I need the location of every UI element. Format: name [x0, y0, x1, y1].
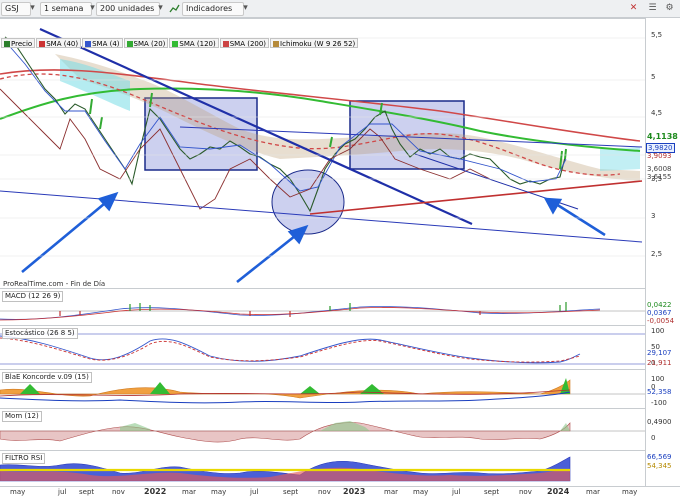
x-tick: jul: [250, 488, 259, 496]
x-tick: may: [413, 488, 429, 496]
legend-item[interactable]: Ichimoku (W 9 26 52): [270, 38, 359, 48]
y-tick: -100: [651, 399, 667, 407]
x-tick: mar: [586, 488, 600, 496]
data-credit: ProRealTime.com - Fin de Día: [3, 280, 106, 288]
time-axis[interactable]: may jul sept nov 2022 mar may jul sept n…: [0, 486, 680, 498]
dropdown-arrow-icon[interactable]: ▾: [27, 3, 38, 14]
macd-panel[interactable]: MACD (12 26 9): [0, 288, 645, 326]
close-chart-icon[interactable]: ✕: [628, 3, 639, 14]
x-tick: nov: [318, 488, 331, 496]
koncorde-panel[interactable]: BlaE Koncorde v.09 (15): [0, 369, 645, 409]
stochastic-panel[interactable]: Estocástico (26 8 5): [0, 325, 645, 370]
units-selector[interactable]: 200 unidades: [96, 2, 160, 16]
value-badge: 3,6155: [647, 173, 672, 181]
x-tick: may: [211, 488, 227, 496]
x-tick: nov: [112, 488, 125, 496]
y-tick: 100: [651, 327, 665, 335]
x-tick: sept: [79, 488, 95, 496]
legend-item[interactable]: SMA (20): [123, 38, 169, 48]
momentum-axis: 0: [645, 408, 680, 450]
legend-item[interactable]: Precio: [1, 38, 36, 48]
y-tick: 5: [651, 73, 656, 81]
y-tick: 5,5: [651, 31, 663, 39]
x-tick-year: 2023: [343, 487, 366, 496]
value-badge: 66,569: [647, 453, 672, 461]
indicators-button[interactable]: Indicadores: [182, 2, 244, 16]
bottom-ellipse: [271, 169, 345, 235]
rsi-chart: [0, 456, 571, 482]
support-line: [309, 180, 643, 215]
value-badge: 52,358: [647, 388, 672, 396]
price-chart: [0, 27, 645, 284]
x-tick: mar: [182, 488, 196, 496]
x-tick: jul: [452, 488, 461, 496]
dropdown-arrow-icon[interactable]: ▾: [155, 3, 166, 14]
value-badge: 0,0367: [647, 309, 672, 317]
y-tick: 3: [651, 212, 656, 220]
koncorde-chart: [0, 378, 645, 404]
legend-item[interactable]: SMA (120): [169, 38, 219, 48]
value-badge: 3,6008: [647, 165, 672, 173]
rsi-panel[interactable]: FILTRO RSI: [0, 450, 645, 487]
timeframe-selector[interactable]: 1 semana: [40, 2, 92, 16]
momentum-chart: [0, 421, 645, 443]
toolbar: GSJ 1 semana 200 unidades Indicadores ▾ …: [0, 0, 680, 18]
x-tick: may: [622, 488, 638, 496]
x-tick: jul: [58, 488, 67, 496]
last-price-badge: 4,1138: [647, 132, 678, 141]
price-legend: Precio SMA (40) SMA (4) SMA (20) SMA (12…: [1, 38, 359, 48]
dropdown-arrow-icon[interactable]: ▾: [87, 3, 98, 14]
value-badge: 29,107: [647, 349, 672, 357]
x-tick-year: 2024: [547, 487, 570, 496]
settings-icon[interactable]: ⚙: [664, 3, 675, 14]
momentum-label[interactable]: Mom (12): [2, 411, 42, 422]
stochastic-chart: [0, 333, 645, 365]
x-tick: sept: [484, 488, 500, 496]
price-panel[interactable]: Precio SMA (40) SMA (4) SMA (20) SMA (12…: [0, 18, 645, 289]
x-tick: sept: [283, 488, 299, 496]
x-tick: nov: [519, 488, 532, 496]
dropdown-arrow-icon[interactable]: ▾: [240, 3, 251, 14]
momentum-panel[interactable]: Mom (12): [0, 408, 645, 451]
macd-chart: [0, 302, 645, 321]
value-badge: 0,0422: [647, 301, 672, 309]
stochastic-label[interactable]: Estocástico (26 8 5): [2, 328, 78, 339]
legend-item[interactable]: SMA (200): [219, 38, 270, 48]
y-tick: 100: [651, 375, 665, 383]
y-tick: 4,5: [651, 109, 663, 117]
x-tick-year: 2022: [144, 487, 167, 496]
legend-item[interactable]: SMA (4): [82, 38, 123, 48]
y-tick: 0: [651, 434, 656, 442]
value-badge: 0,4900: [647, 418, 672, 426]
indicators-icon[interactable]: [169, 3, 180, 14]
x-tick: mar: [384, 488, 398, 496]
value-badge: -0,0054: [647, 317, 675, 325]
value-badge: 54,345: [647, 462, 672, 470]
x-tick: may: [10, 488, 26, 496]
menu-icon[interactable]: ☰: [647, 3, 658, 14]
koncorde-label[interactable]: BlaE Koncorde v.09 (15): [2, 372, 92, 383]
value-badge: 21,911: [647, 359, 672, 367]
rsi-label[interactable]: FILTRO RSI: [2, 453, 46, 464]
legend-item[interactable]: SMA (40): [36, 38, 82, 48]
y-tick: 2,5: [651, 250, 663, 258]
ichimoku-cloud: [55, 54, 640, 181]
macd-label[interactable]: MACD (12 26 9): [2, 291, 64, 302]
value-badge: 3,9093: [647, 152, 672, 160]
